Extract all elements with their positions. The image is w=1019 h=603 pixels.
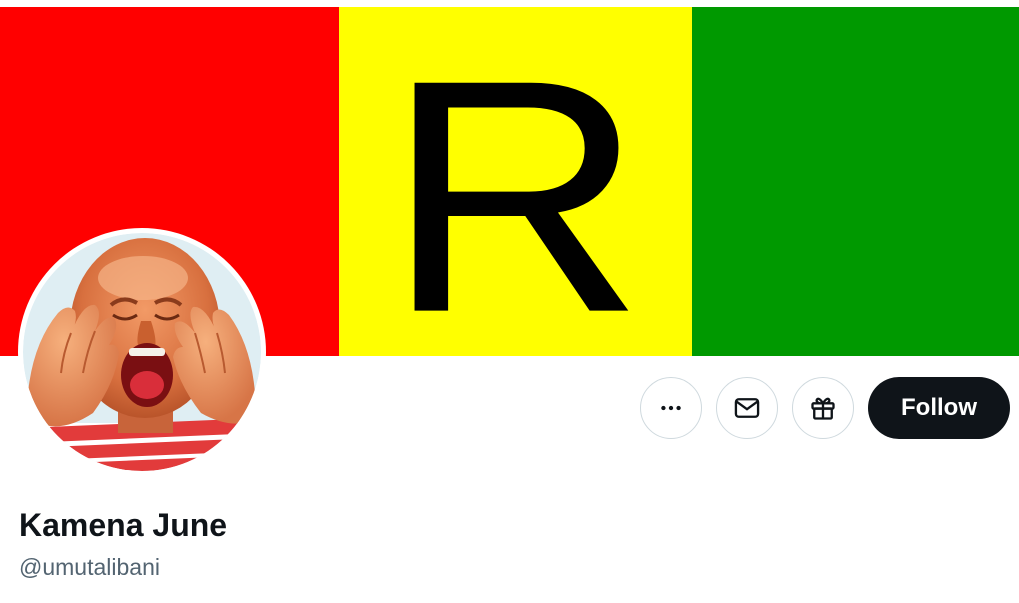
banner-stripe-yellow: R [339,7,692,356]
gift-icon [811,397,835,420]
profile-page: R Follow Kamena June @umutalibani [0,0,1019,603]
more-horizontal-icon [661,405,681,411]
follow-button[interactable]: Follow [868,377,1010,439]
display-name: Kamena June [19,507,228,543]
more-button[interactable] [640,377,702,439]
banner-letter-text: R [385,12,645,356]
banner-letter-r: R [385,12,645,356]
banner-stripe-green [692,7,1019,356]
profile-actions: Follow [640,377,1010,439]
avatar-image [23,233,261,471]
avatar[interactable] [18,228,266,476]
message-button[interactable] [716,377,778,439]
gift-button[interactable] [792,377,854,439]
envelope-icon [734,398,760,418]
user-handle: @umutalibani [19,554,160,580]
